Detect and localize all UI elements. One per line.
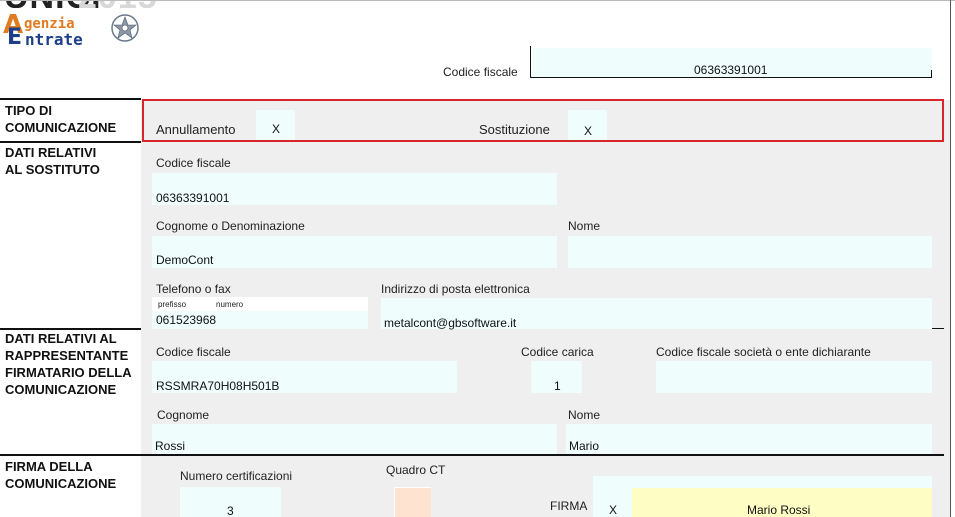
codice-carica-value: 1	[554, 379, 561, 393]
section-tipo-line1: TIPO DI	[5, 103, 52, 118]
logo-letter-e: E	[7, 25, 23, 50]
numero-certificazioni-field[interactable]: 3	[180, 487, 281, 517]
section-rappresentante-line4: COMUNICAZIONE	[5, 382, 117, 397]
prefisso-label: prefisso	[158, 300, 187, 309]
rappresentante-nome-value: Mario	[569, 439, 600, 453]
sostituto-email-label: Indirizzo di posta elettronica	[381, 282, 530, 296]
section-firma-line2: COMUNICAZIONE	[5, 476, 117, 491]
form-title: UNICI 2015	[0, 0, 955, 8]
sostituto-email-field[interactable]: metalcont@gbsoftware.it	[381, 298, 932, 330]
divider-firma	[0, 454, 944, 456]
sostituto-nome-field[interactable]	[568, 236, 932, 268]
sostituto-cognome-value: DemoCont	[156, 253, 214, 267]
firma-check-value: X	[609, 503, 618, 517]
header-codice-fiscale-label: Codice fiscale	[443, 65, 518, 79]
sostituzione-check-value: X	[584, 124, 593, 138]
emblem-icon	[111, 14, 139, 42]
rappresentante-nome-field[interactable]: Mario	[566, 424, 932, 454]
section-rappresentante-line2: RAPPRESENTANTE	[5, 348, 129, 363]
section-sostituto: DATI RELATIVI AL SOSTITUTO	[5, 144, 100, 178]
quadro-ct-checkbox[interactable]	[394, 487, 431, 517]
divider-sostituto	[0, 141, 141, 143]
annullamento-label: Annullamento	[156, 122, 236, 137]
rappresentante-codice-fiscale-field[interactable]: RSSMRA70H08H501B	[152, 361, 457, 393]
rappresentante-codice-fiscale-value: RSSMRA70H08H501B	[156, 379, 280, 393]
sostituto-codice-fiscale-value: 06363391001	[156, 191, 230, 205]
sostituto-telefono-field[interactable]: prefisso numero 061523968	[152, 297, 368, 329]
rappresentante-cognome-label: Cognome	[157, 408, 210, 422]
rappresentante-codice-fiscale-label: Codice fiscale	[156, 345, 231, 359]
annullamento-check-value: X	[272, 122, 281, 136]
header-field-underline	[530, 77, 932, 78]
rappresentante-cognome-field[interactable]: Rossi	[152, 424, 557, 454]
sostituto-cognome-label: Cognome o Denominazione	[156, 219, 305, 233]
divider-tipo	[0, 98, 141, 100]
numero-certificazioni-value: 3	[227, 504, 234, 517]
section-rappresentante-line3: FIRMATARIO DELLA	[5, 365, 132, 380]
cf-societa-label: Codice fiscale società o ente dichiarant…	[656, 345, 871, 359]
sostituto-telefono-value: 061523968	[156, 313, 217, 327]
rappresentante-nome-label: Nome	[568, 408, 601, 422]
firma-signature-value: Mario Rossi	[747, 503, 811, 517]
firma-checkbox[interactable]: X	[597, 488, 631, 517]
sostituto-cognome-field[interactable]: DemoCont	[152, 236, 557, 268]
section-firma-line1: FIRMA DELLA	[5, 459, 93, 474]
section-sostituto-line2: AL SOSTITUTO	[5, 162, 100, 177]
section-tipo-line2: COMUNICAZIONE	[5, 120, 117, 135]
header-field-leftbar	[530, 46, 531, 78]
email-underline	[932, 328, 944, 329]
section-sostituto-line1: DATI RELATIVI	[5, 145, 97, 160]
sostituto-codice-fiscale-field[interactable]: 06363391001	[152, 173, 557, 205]
cf-societa-field[interactable]	[656, 361, 932, 393]
sostituto-telefono-label: Telefono o fax	[156, 282, 231, 296]
sostituto-nome-label: Nome	[568, 219, 601, 233]
sostituto-email-value: metalcont@gbsoftware.it	[384, 316, 517, 330]
sostituto-codice-fiscale-label: Codice fiscale	[156, 156, 231, 170]
annullamento-checkbox[interactable]: X	[256, 110, 295, 140]
rappresentante-cognome-value: Rossi	[155, 439, 186, 453]
header-codice-fiscale-value: 06363391001	[694, 63, 768, 77]
logo-text-entrate: ntrate	[25, 30, 83, 49]
section-tipo-comunicazione: TIPO DI COMUNICAZIONE	[5, 102, 116, 136]
section-firma: FIRMA DELLA COMUNICAZIONE	[5, 458, 116, 492]
firma-label: FIRMA	[550, 499, 588, 513]
header-field-rightbar	[931, 70, 932, 78]
agenzia-entrate-logo: A genzia E ntrate	[0, 8, 145, 50]
codice-carica-label: Codice carica	[521, 345, 594, 359]
numero-certificazioni-label: Numero certificazioni	[180, 469, 293, 483]
section-rappresentante-line1: DATI RELATIVI AL	[5, 331, 117, 346]
firma-signature-field[interactable]: Mario Rossi	[632, 488, 932, 517]
quadro-ct-label: Quadro CT	[386, 463, 446, 477]
codice-carica-field[interactable]: 1	[531, 361, 582, 393]
top-rule	[0, 0, 955, 1]
sostituzione-checkbox[interactable]: X	[568, 110, 607, 140]
sostituzione-label: Sostituzione	[479, 122, 550, 137]
form-title-faded: 2015	[78, 0, 158, 8]
header-codice-fiscale-field[interactable]: 06363391001	[532, 48, 932, 77]
right-border	[950, 0, 951, 517]
numero-label: numero	[216, 300, 244, 309]
section-rappresentante: DATI RELATIVI AL RAPPRESENTANTE FIRMATAR…	[5, 330, 132, 398]
